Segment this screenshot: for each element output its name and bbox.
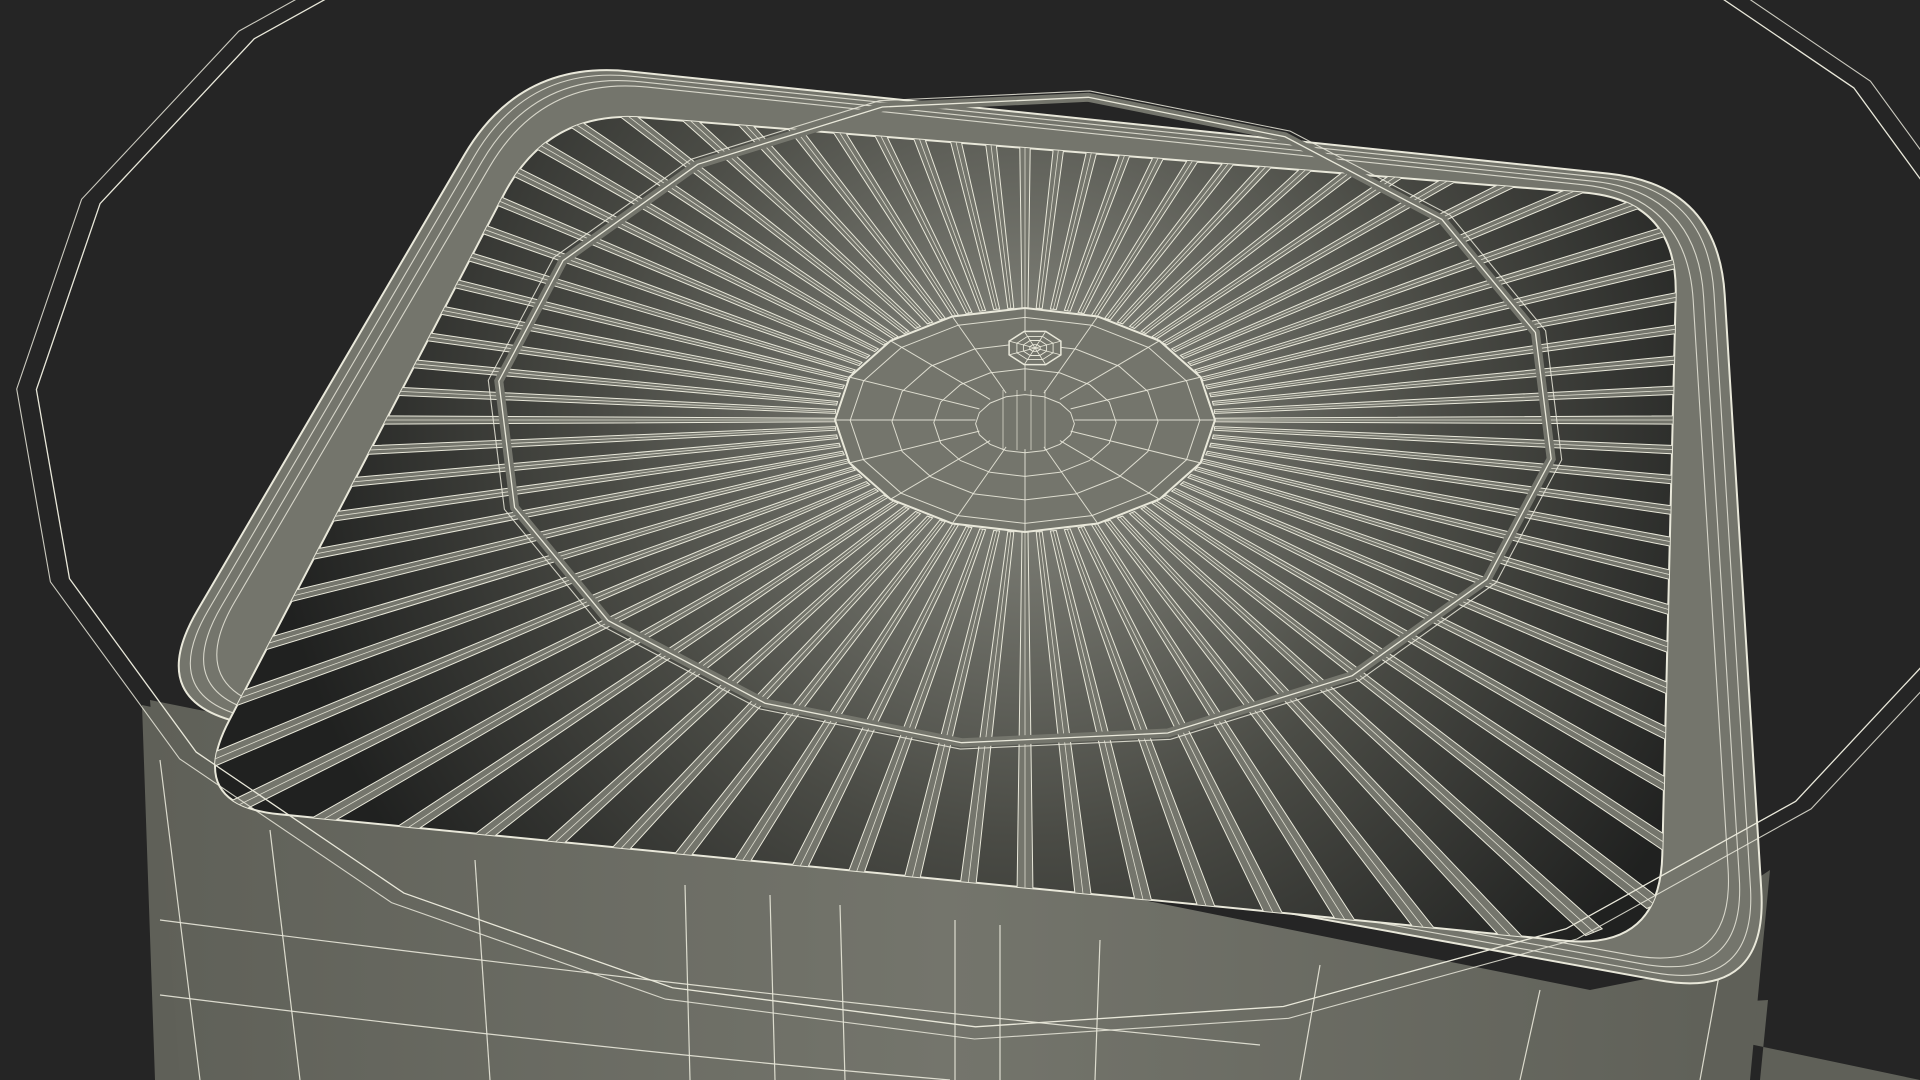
condenser-render [16, 0, 1920, 1080]
center-hub [833, 306, 1217, 534]
render-viewport [0, 0, 1920, 1080]
